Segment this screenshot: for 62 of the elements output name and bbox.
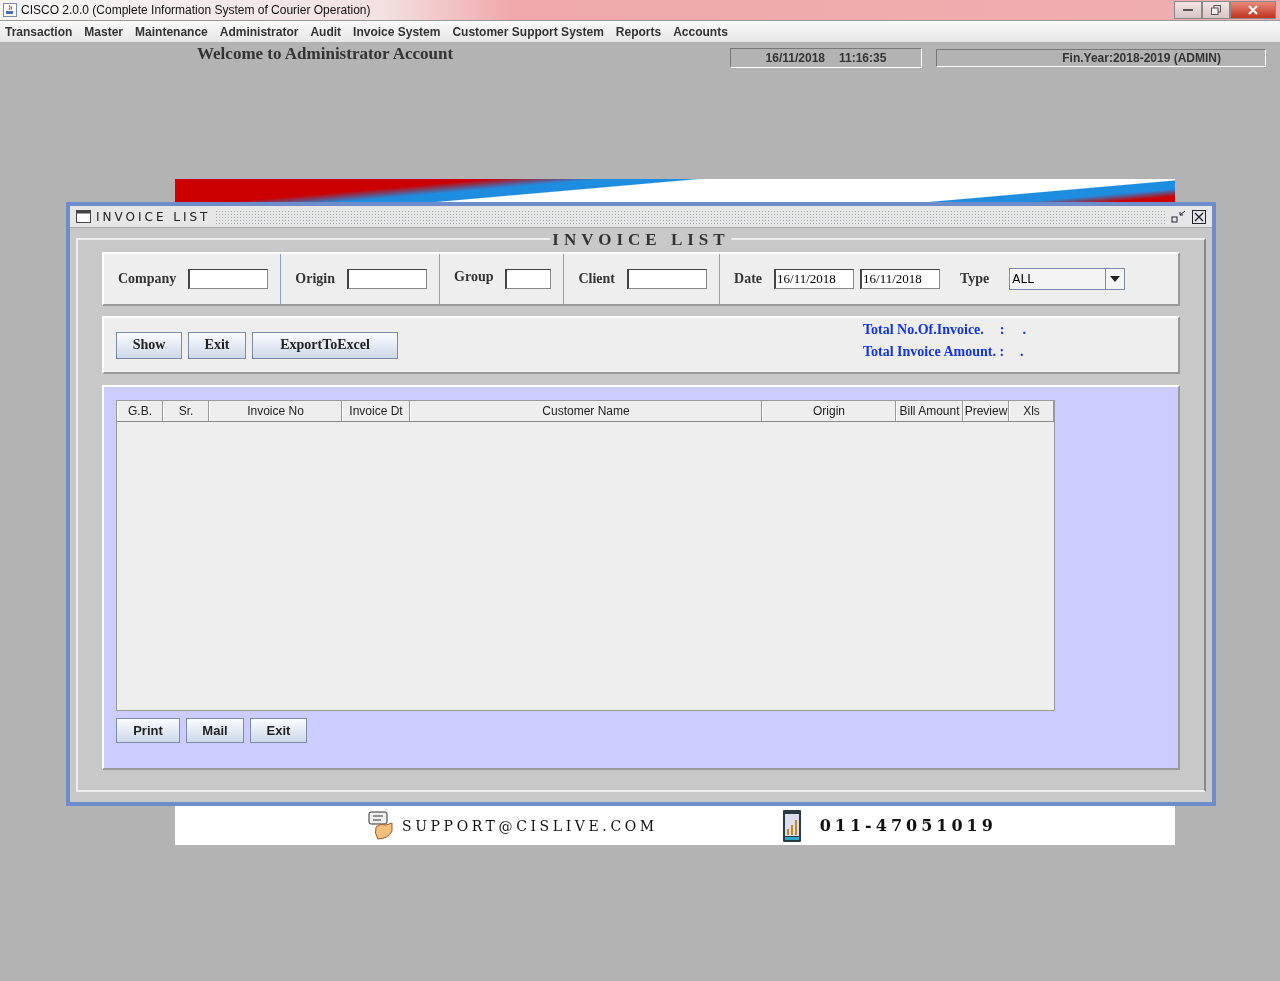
frame-title: INVOICE LIST	[96, 209, 211, 224]
column-header[interactable]: Xls	[1009, 401, 1054, 421]
close-button[interactable]	[1230, 1, 1276, 19]
menu-item[interactable]: Customer Support System	[446, 24, 610, 39]
mobile-phone-icon	[781, 808, 802, 843]
action-button[interactable]: Print	[116, 718, 180, 743]
window-icon	[76, 210, 91, 223]
restore-button[interactable]	[1202, 1, 1230, 19]
date-field[interactable]: 16/11/2018	[860, 269, 941, 289]
menu-item[interactable]: Administrator	[213, 24, 305, 39]
minimize-icon	[1183, 8, 1193, 12]
text-field[interactable]	[505, 269, 552, 289]
column-header[interactable]: Customer Name	[410, 401, 762, 421]
support-phone: 011-47051019	[819, 816, 997, 835]
total-separator: :	[999, 322, 1005, 338]
column-header[interactable]: Invoice Dt	[342, 401, 410, 421]
welcome-heading: Welcome to Administrator Account	[197, 44, 455, 64]
menu-item[interactable]: Reports	[609, 24, 668, 39]
column-header[interactable]: Bill Amount	[896, 401, 963, 421]
menu-item[interactable]: Transaction	[0, 24, 79, 39]
menu-item[interactable]: Maintenance	[129, 24, 214, 39]
menu-item[interactable]: Invoice System	[347, 24, 447, 39]
window-title: CISCO 2.0.0 (Complete Information System of Courier Operation)	[21, 3, 371, 17]
date-text: 16/11/2018	[765, 51, 825, 65]
support-email: SUPPORT@CISLIVE.COM	[402, 817, 658, 834]
caret-icon	[1110, 276, 1121, 282]
field-label: Date	[734, 271, 763, 287]
text-field[interactable]	[627, 269, 708, 289]
time-text: 11:16:35	[839, 51, 887, 65]
action-button[interactable]: Exit	[188, 331, 246, 359]
close-icon	[1248, 5, 1258, 15]
total-label: Total Invoice Amount. :	[863, 344, 1005, 360]
text-field[interactable]	[347, 269, 428, 289]
column-header[interactable]: Invoice No	[209, 401, 342, 421]
total-value: .	[1020, 344, 1024, 360]
minimize-button[interactable]	[1174, 1, 1202, 19]
restore-icon	[1211, 5, 1221, 15]
menu-item[interactable]: Accounts	[667, 24, 734, 39]
menu-item[interactable]: Master	[78, 24, 130, 39]
action-button[interactable]: Show	[116, 331, 182, 359]
column-header[interactable]: Sr.	[163, 401, 209, 421]
column-header[interactable]: G.B.	[117, 401, 163, 421]
total-label: Total No.Of.Invoice.	[863, 322, 984, 338]
column-header[interactable]: Origin	[762, 401, 896, 421]
field-label: Origin	[295, 271, 336, 287]
field-label: Type	[960, 271, 990, 287]
chat-support-icon	[368, 810, 396, 841]
action-button[interactable]: Exit	[250, 718, 307, 743]
field-label: Group	[454, 269, 494, 285]
date-field[interactable]: 16/11/2018	[774, 269, 855, 289]
type-dropdown[interactable]: ALL	[1009, 268, 1126, 290]
financial-year-text: Fin.Year:2018-2019 (ADMIN)	[1062, 51, 1221, 65]
text-field[interactable]	[188, 269, 269, 289]
field-label: Company	[118, 271, 177, 287]
close-icon[interactable]	[1192, 209, 1206, 224]
minimize-frame-icon[interactable]	[1171, 209, 1187, 224]
action-button[interactable]: ExportToExcel	[252, 331, 398, 359]
column-header[interactable]: Preview	[963, 401, 1009, 421]
total-value: .	[1022, 322, 1026, 338]
field-label: Client	[578, 271, 616, 287]
menu-item[interactable]: Audit	[304, 24, 348, 39]
action-button[interactable]: Mail	[186, 718, 244, 743]
